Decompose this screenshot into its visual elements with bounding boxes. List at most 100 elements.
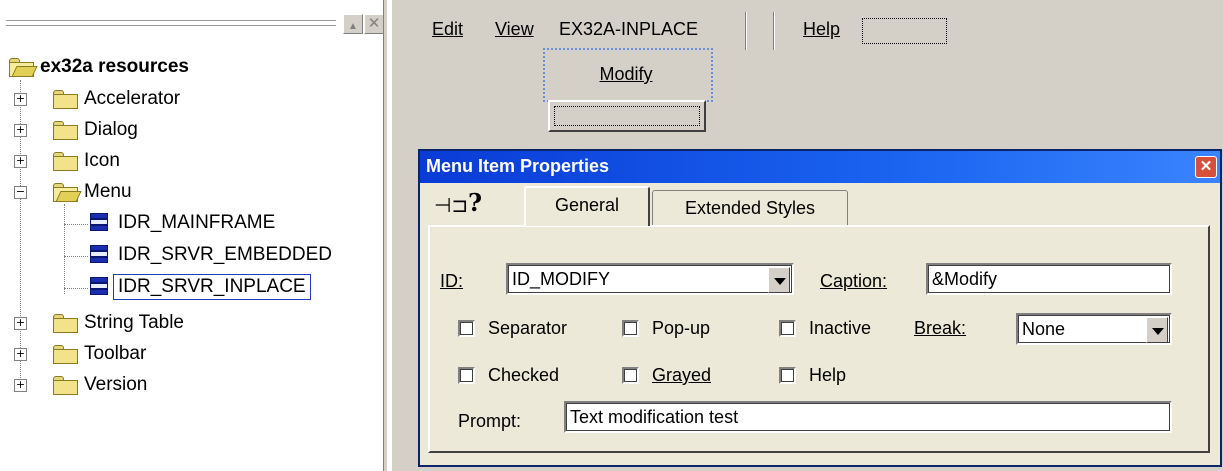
- new-menu-placeholder[interactable]: [862, 18, 947, 44]
- menubar-item-ex32a-inplace[interactable]: EX32A-INPLACE: [559, 19, 698, 40]
- tab-general-label: General: [554, 195, 620, 215]
- tab-general[interactable]: General: [524, 186, 650, 226]
- close-icon: ✕: [1199, 158, 1213, 175]
- new-menu-item-placeholder[interactable]: [548, 100, 706, 132]
- collapse-minus-icon[interactable]: −: [14, 186, 27, 199]
- checkbox-box[interactable]: [779, 367, 796, 384]
- expand-plus-icon[interactable]: +: [14, 317, 27, 330]
- pushpin-icon[interactable]: ⊣⊐: [434, 193, 468, 217]
- checkbox-box[interactable]: [779, 320, 796, 337]
- expand-plus-icon[interactable]: +: [14, 124, 27, 137]
- checkbox-box[interactable]: [458, 320, 475, 337]
- tree-folder-dialog[interactable]: Dialog: [52, 117, 138, 143]
- folder-icon: [52, 121, 78, 140]
- checkbox-box[interactable]: [622, 367, 639, 384]
- open-folder-icon: [52, 183, 82, 202]
- dialog-title: Menu Item Properties: [426, 156, 610, 176]
- caption-field[interactable]: &Modify: [926, 263, 1172, 295]
- dialog-titlebar[interactable]: Menu Item Properties ✕: [420, 151, 1220, 183]
- folder-icon: [52, 314, 78, 333]
- prompt-field[interactable]: Text modification test: [564, 401, 1172, 433]
- break-label: Break:: [914, 318, 966, 339]
- open-folder-icon: [8, 58, 38, 77]
- tree-folder-label: Accelerator: [84, 88, 181, 109]
- pane-gripper[interactable]: [6, 8, 336, 38]
- resource-tree[interactable]: ex32a resources + Accelerator + Dialog +…: [0, 52, 383, 471]
- caption-label: Caption:: [820, 271, 887, 292]
- folder-icon: [52, 152, 78, 171]
- chevron-down-icon[interactable]: [1146, 317, 1168, 343]
- checked-checkbox[interactable]: Checked: [458, 365, 559, 386]
- checkbox-box[interactable]: [622, 320, 639, 337]
- separator-checkbox[interactable]: Separator: [458, 318, 567, 339]
- expand-plus-icon[interactable]: +: [14, 379, 27, 392]
- folder-icon: [52, 90, 78, 109]
- menubar-item-help[interactable]: Help: [803, 19, 840, 40]
- menu-item-properties-dialog: Menu Item Properties ✕ ⊣⊐ ? General Exte…: [418, 149, 1222, 467]
- break-combobox[interactable]: None: [1016, 313, 1172, 345]
- tree-item-idr-srvr-inplace[interactable]: IDR_SRVR_INPLACE: [88, 274, 311, 300]
- tree-folder-menu[interactable]: Menu: [52, 179, 132, 205]
- popup-checkbox[interactable]: Pop-up: [622, 318, 710, 339]
- help-checkbox[interactable]: Help: [779, 365, 846, 386]
- grayed-label: Grayed: [652, 365, 712, 385]
- help-question-icon[interactable]: ?: [468, 188, 482, 217]
- folder-icon: [52, 376, 78, 395]
- menu-item-modify[interactable]: Modify: [553, 60, 699, 88]
- caption-label-text: Caption:: [820, 271, 888, 291]
- tree-folder-toolbar[interactable]: Toolbar: [52, 341, 146, 367]
- checkbox-box[interactable]: [458, 367, 475, 384]
- tree-folder-string-table[interactable]: String Table: [52, 310, 184, 336]
- tree-folder-label: Icon: [84, 150, 120, 171]
- menu-resource-icon: [88, 275, 108, 299]
- separator-label: Separator: [488, 318, 568, 338]
- menubar-view-label: View: [495, 19, 534, 39]
- expand-plus-icon[interactable]: +: [14, 348, 27, 361]
- menubar-separator: [745, 12, 747, 50]
- resource-tree-pane: ▲ ✕ ex32a resources + Accelerator + Dial…: [0, 0, 390, 471]
- tab-extended-label: Extended Styles: [684, 198, 816, 218]
- tree-folder-accelerator[interactable]: Accelerator: [52, 86, 180, 112]
- tree-folder-label: String Table: [84, 312, 184, 333]
- caption-field-value: &Modify: [932, 269, 998, 289]
- popup-label: Pop-up: [652, 318, 711, 338]
- prompt-label: Prompt:: [458, 411, 521, 432]
- tree-item-idr-mainframe[interactable]: IDR_MAINFRAME: [88, 210, 275, 236]
- tab-extended-styles[interactable]: Extended Styles: [652, 190, 848, 226]
- tree-item-idr-srvr-embedded[interactable]: IDR_SRVR_EMBEDDED: [88, 242, 332, 268]
- tree-folder-label: Menu: [84, 181, 132, 202]
- tree-root-node[interactable]: ex32a resources: [8, 54, 189, 80]
- expand-plus-icon[interactable]: +: [14, 155, 27, 168]
- id-label-text: ID:: [440, 271, 464, 291]
- id-combobox[interactable]: ID_MODIFY: [506, 263, 794, 295]
- break-label-text: Break:: [914, 318, 967, 338]
- chevron-down-icon[interactable]: [768, 267, 790, 293]
- menubar-ex32a-label: EX32A-INPLACE: [559, 19, 699, 39]
- grayed-checkbox[interactable]: Grayed: [622, 365, 711, 386]
- pane-close-button[interactable]: ✕: [364, 14, 384, 34]
- tree-folder-version[interactable]: Version: [52, 372, 147, 398]
- menu-item-modify-label: Modify: [599, 64, 653, 84]
- menu-resource-icon: [88, 243, 108, 267]
- inactive-label: Inactive: [809, 318, 872, 338]
- menubar-separator: [773, 12, 775, 50]
- menu-editor-bar: Edit View EX32A-INPLACE Help: [395, 0, 1223, 50]
- folder-icon: [52, 345, 78, 364]
- prompt-field-value: Text modification test: [570, 407, 739, 427]
- menubar-item-edit[interactable]: Edit: [432, 19, 463, 40]
- break-combobox-value: None: [1022, 319, 1066, 339]
- tree-item-label: IDR_MAINFRAME: [118, 212, 276, 233]
- tree-folder-label: Dialog: [84, 119, 138, 140]
- inactive-checkbox[interactable]: Inactive: [779, 318, 871, 339]
- checked-label: Checked: [488, 365, 560, 385]
- tree-item-label-selected: IDR_SRVR_INPLACE: [113, 274, 311, 300]
- dialog-close-button[interactable]: ✕: [1195, 156, 1217, 178]
- help-label: Help: [809, 365, 847, 385]
- tree-root-label: ex32a resources: [40, 56, 189, 77]
- splitter-bar[interactable]: [383, 0, 387, 471]
- tree-folder-icon[interactable]: Icon: [52, 148, 120, 174]
- close-icon: ✕: [367, 15, 381, 32]
- expand-plus-icon[interactable]: +: [14, 93, 27, 106]
- menubar-item-view[interactable]: View: [495, 19, 534, 40]
- pane-maximize-button[interactable]: ▲: [343, 14, 363, 34]
